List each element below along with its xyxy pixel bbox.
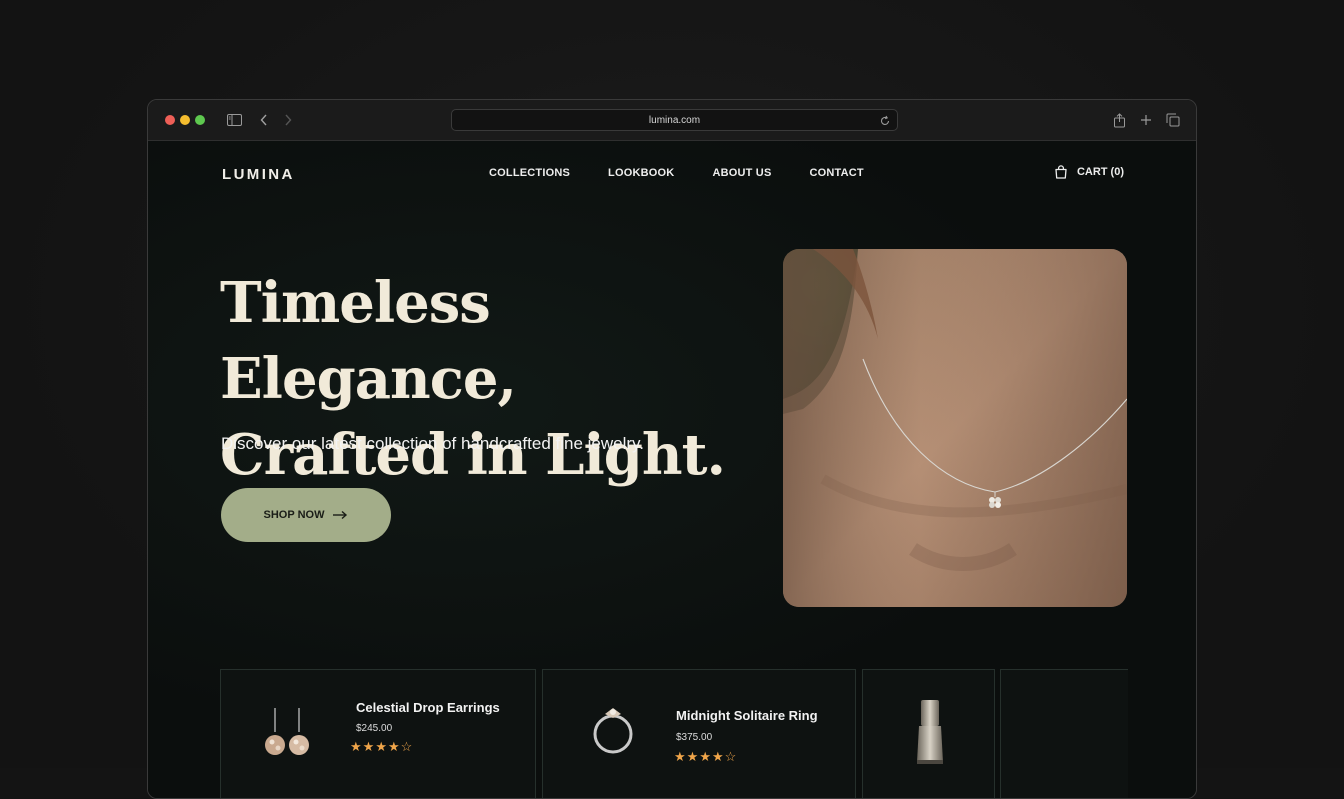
- tabs-overview-icon[interactable]: [1165, 112, 1181, 128]
- close-window-button[interactable]: [165, 115, 175, 125]
- sidebar-icon[interactable]: [226, 112, 242, 128]
- back-icon[interactable]: [256, 112, 272, 128]
- star-filled-icon: ★: [362, 739, 376, 754]
- url-text: lumina.com: [648, 114, 701, 126]
- share-icon[interactable]: [1111, 112, 1127, 128]
- rating-stars: ★ ★ ★ ★ ☆: [350, 739, 413, 755]
- hero-title: Timeless Elegance, Crafted in Light.: [220, 265, 780, 493]
- hero-title-line-1: Timeless Elegance,: [220, 270, 517, 412]
- forward-icon[interactable]: [280, 112, 296, 128]
- product-name[interactable]: Celestial Drop Earrings: [356, 700, 500, 715]
- minimize-window-button[interactable]: [180, 115, 190, 125]
- product-name[interactable]: Midnight Solitaire Ring: [676, 708, 818, 723]
- product-price: $375.00: [676, 732, 713, 743]
- star-empty-icon: ☆: [724, 749, 738, 764]
- zoom-window-button[interactable]: [195, 115, 205, 125]
- product-card[interactable]: [862, 669, 995, 798]
- solitaire-ring-image: [593, 708, 633, 754]
- main-nav: COLLECTIONS LOOKBOOK ABOUT US CONTACT: [489, 167, 902, 179]
- shopping-bag-icon: [1055, 165, 1067, 179]
- nav-collections[interactable]: COLLECTIONS: [489, 167, 570, 179]
- cart-label: CART (0): [1076, 166, 1124, 178]
- product-card[interactable]: [1000, 669, 1128, 798]
- star-filled-icon: ★: [711, 749, 725, 764]
- shop-now-button[interactable]: SHOP NOW: [221, 488, 391, 542]
- brand-logo[interactable]: LUMINA: [222, 166, 295, 183]
- browser-toolbar: lumina.com: [148, 100, 1196, 141]
- hero-title-line-2: Crafted in Light.: [220, 422, 726, 488]
- hero-subtitle: Discover our latest collection of handcr…: [221, 434, 644, 453]
- nav-lookbook[interactable]: LOOKBOOK: [608, 167, 674, 179]
- arrow-right-icon: [333, 510, 348, 520]
- star-filled-icon: ★: [699, 749, 712, 764]
- product-card[interactable]: Midnight Solitaire Ring $375.00 ★ ★ ★ ★ …: [542, 669, 856, 798]
- drop-earrings-image: [265, 708, 309, 755]
- product-card[interactable]: Celestial Drop Earrings $245.00 ★ ★ ★ ★ …: [220, 669, 536, 798]
- rating-stars: ★ ★ ★ ★ ☆: [674, 749, 737, 765]
- star-filled-icon: ★: [674, 749, 687, 764]
- star-filled-icon: ★: [375, 739, 388, 754]
- product-price: $245.00: [356, 723, 393, 734]
- star-filled-icon: ★: [350, 739, 363, 754]
- shop-now-label: SHOP NOW: [263, 509, 325, 521]
- star-filled-icon: ★: [686, 749, 700, 764]
- star-empty-icon: ☆: [400, 739, 414, 754]
- product-cards-row: Celestial Drop Earrings $245.00 ★ ★ ★ ★ …: [220, 669, 1128, 798]
- address-bar[interactable]: lumina.com: [451, 109, 898, 131]
- nav-contact[interactable]: CONTACT: [809, 167, 863, 179]
- star-filled-icon: ★: [387, 739, 401, 754]
- nav-about-us[interactable]: ABOUT US: [712, 167, 771, 179]
- hero-image-necklace: [783, 249, 1127, 607]
- cart-link[interactable]: CART (0): [1054, 165, 1124, 179]
- browser-window: lumina.com LUMINA COLLECTIONS LOOKBOOK A…: [147, 99, 1197, 799]
- reload-icon[interactable]: [879, 114, 891, 126]
- pendant-product-image: [917, 700, 943, 764]
- new-tab-icon[interactable]: [1138, 112, 1154, 128]
- web-page: LUMINA COLLECTIONS LOOKBOOK ABOUT US CON…: [148, 141, 1196, 798]
